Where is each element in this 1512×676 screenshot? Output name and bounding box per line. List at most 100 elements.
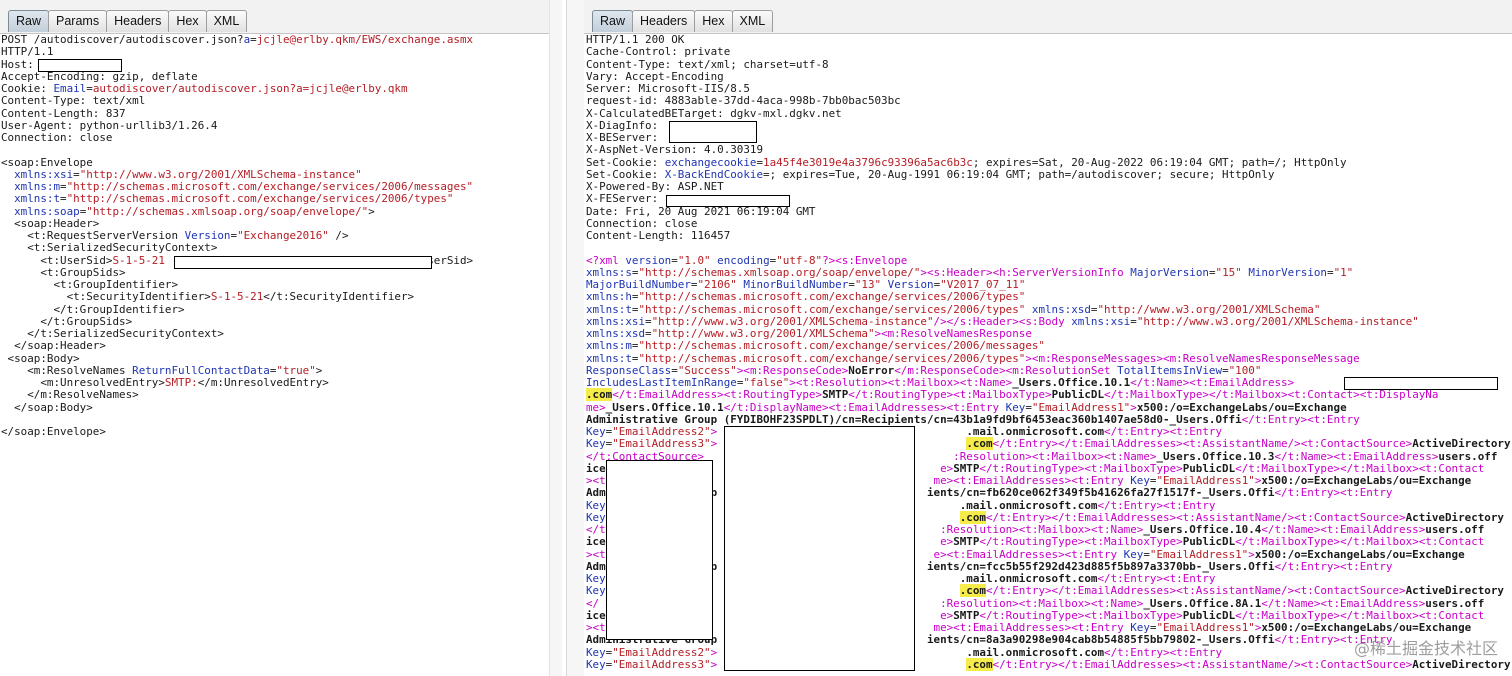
code-token: PublicDL [1182, 535, 1236, 549]
code-token: Version [887, 278, 934, 291]
code-token: Cookie: [1, 82, 54, 95]
code-token: x500:/o=ExchangeLabs/ou=Exchange [1261, 474, 1472, 487]
request-line: </soap:Envelope> [1, 425, 473, 438]
redaction-usersid [174, 256, 432, 269]
code-token: IncludesLastItemInRange [586, 376, 737, 389]
tab-hex[interactable]: Hex [694, 10, 733, 32]
code-token: Key [1130, 474, 1150, 487]
code-token: ActiveDirectory [1412, 657, 1511, 671]
code-token: Content-Length: 116457 [586, 229, 731, 242]
code-token: "1" [1333, 265, 1354, 279]
code-token: xmlns:soap [14, 204, 80, 218]
code-token: </t:MailboxType></t:Mailbox><t:Contact [1235, 608, 1485, 622]
code-token: <t:SecurityIdentifier> [1, 290, 211, 304]
code-token: "100" [1228, 363, 1262, 377]
code-token: "Exchange2016" [237, 229, 329, 242]
code-token: .mail.onmicrosoft.com [966, 425, 1105, 438]
code-token: xmlns:m [586, 339, 632, 353]
code-token: xmlns:t [14, 192, 61, 206]
redaction-diaginfo [669, 121, 757, 143]
code-token: </t:Entry><t:Entry [1241, 412, 1360, 426]
code-token: </t:SecurityIdentifier> [263, 290, 415, 304]
tab-raw[interactable]: Raw [8, 10, 50, 32]
code-token: ; expires=Sat, 20-Aug-2022 06:19:04 GMT;… [972, 155, 1347, 169]
code-token: x500:/o=ExchangeLabs/ou=Exchange [1136, 400, 1347, 414]
code-token: x500:/o=ExchangeLabs/ou=Exchange [1254, 547, 1465, 561]
code-token: SMTP [953, 461, 980, 475]
code-token: "http://schemas.xmlsoap.org/soap/envelop… [86, 204, 369, 218]
code-token: </t:MailboxType></t:Mailbox><t:Contact [1235, 461, 1485, 475]
code-token: .com [959, 510, 986, 524]
tab-headers[interactable]: Headers [106, 10, 170, 32]
code-token: "EmailAddress3" [612, 657, 711, 671]
response-pane: Raw Headers Hex XML HTTP/1.1 200 OK Cache… [584, 0, 1512, 676]
redaction-block-right [724, 426, 915, 671]
code-token: _Users.Office.10.1 [1012, 376, 1131, 389]
code-token: "true" [276, 363, 316, 377]
request-tab-bar: Raw Params Headers Hex XML [0, 0, 562, 34]
code-token: <m:UnresolvedEntry> [1, 376, 165, 389]
tab-headers[interactable]: Headers [632, 10, 696, 32]
code-token: "http://www.w3.org/2001/XMLSchema" [651, 327, 875, 340]
code-token: Cache-Control: private [586, 45, 731, 59]
request-text-editor[interactable]: POST /autodiscover/autodiscover.json?a=j… [1, 33, 474, 438]
tab-xml[interactable]: XML [205, 10, 248, 32]
code-token: </t:DisplayName><t:EmailAddresses><t:Ent… [723, 400, 1006, 414]
code-token: _Users.Office.8A.1 [1143, 596, 1262, 610]
code-token: /></s:Header><s:Body [933, 314, 1072, 328]
code-token: User-Agent: python-urllib3/1.26.4 [1, 118, 218, 132]
code-token: Key [586, 510, 606, 524]
code-token: </soap:Header> [1, 339, 106, 353]
code-token: </t:RoutingType><t:MailboxType> [848, 388, 1052, 402]
code-token: jcjle@erlby.qkm/EWS/exchange.asmx [256, 33, 474, 46]
code-token: </t:RoutingType><t:MailboxType> [979, 608, 1183, 622]
code-token: Content-Type: text/xml [1, 94, 146, 108]
code-token: ActiveDirectory [1405, 510, 1504, 524]
code-token: </t:Entry></t:EmailAddresses><t:Assistan… [992, 657, 1413, 671]
pane-splitter[interactable] [566, 0, 586, 676]
code-token: <m:ResolveNames [1, 363, 133, 377]
code-token: "false" [743, 376, 790, 389]
code-token: Key [586, 425, 606, 438]
code-token: ice [586, 535, 606, 549]
code-token: Host: [1, 57, 41, 71]
code-token: "EmailAddress1" [1156, 474, 1255, 487]
code-token: </t:EmailAddress><t:RoutingType> [612, 388, 823, 402]
code-token: xmlns:xsd [586, 327, 646, 340]
tab-params[interactable]: Params [48, 10, 108, 32]
response-line: Date: Fri, 20 Aug 2021 06:19:04 GMT [586, 205, 1511, 218]
code-token: ActiveDirectory [1412, 437, 1511, 451]
code-token: exchangecookie [664, 155, 757, 169]
code-token: "http://www.w3.org/2001/XMLSchema-instan… [79, 167, 362, 181]
code-token: ><t:Resolution><t:Mailbox><t:Name> [789, 376, 1013, 389]
code-token: "1.0" [677, 253, 711, 267]
code-token: SMTP [822, 388, 849, 402]
code-token: "http://schemas.microsoft.com/exchange/s… [638, 339, 1045, 353]
tab-raw[interactable]: Raw [592, 10, 634, 32]
code-token: _Users.Office.10.4 [1143, 523, 1262, 536]
code-token: .mail.onmicrosoft.com [966, 645, 1105, 659]
code-token: Vary: Accept-Encoding [586, 69, 724, 83]
tab-xml[interactable]: XML [731, 10, 774, 32]
code-token: "V2017_07_11" [940, 278, 1026, 291]
response-line: X-CalculatedBETarget: dgkv-mxl.dgkv.net [586, 107, 1511, 120]
code-token: "EmailAddress1" [1031, 400, 1131, 414]
code-token: </t:Entry><t:Entry [1097, 572, 1216, 585]
code-token: .com [966, 657, 993, 671]
code-token: .mail.onmicrosoft.com [959, 572, 1098, 585]
code-token: ActiveDirectory [1405, 584, 1504, 598]
request-scrollbar[interactable] [549, 0, 562, 676]
code-token: xmlns:xsi [1071, 314, 1131, 328]
response-line: Set-Cookie: X-BackEndCookie=; expires=Tu… [586, 168, 1511, 181]
code-token: <t:GroupIdentifier> [1, 278, 179, 291]
code-token: .com [959, 584, 986, 598]
redaction-email [1344, 377, 1498, 390]
code-token: Key [1005, 400, 1026, 414]
code-token: xmlns:h [586, 290, 632, 304]
code-token: "EmailAddress1" [1156, 621, 1255, 634]
code-token: "http://schemas.microsoft.com/exchange/s… [638, 351, 1026, 365]
code-token: POST /autodiscover/autodiscover.json? [1, 33, 244, 46]
code-token: </soap:Body> [1, 400, 93, 414]
tab-hex[interactable]: Hex [168, 10, 207, 32]
